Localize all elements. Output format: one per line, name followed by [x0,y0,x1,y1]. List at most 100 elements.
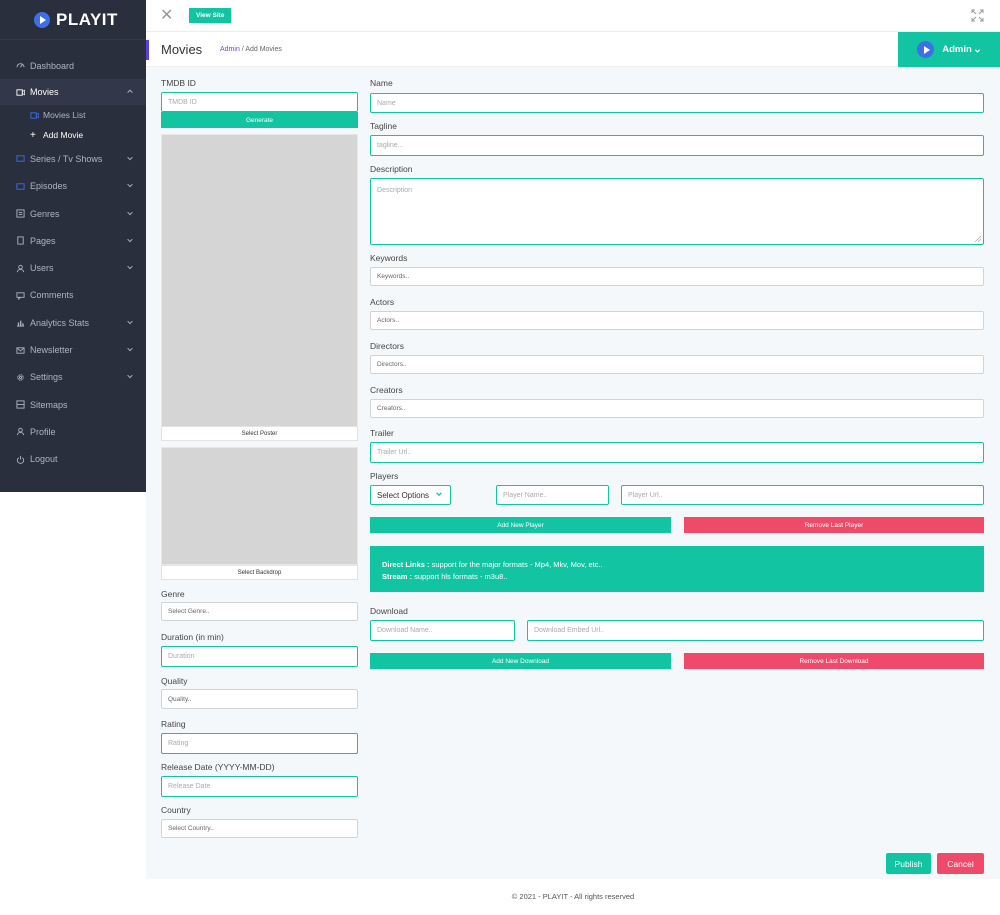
gear-icon [16,373,25,382]
player-type-select[interactable]: Select Options [370,485,451,505]
add-download-button[interactable]: Add New Download [370,653,671,669]
breadcrumb-current: Add Movies [245,46,282,53]
comments-icon [16,291,25,300]
power-icon [16,455,25,464]
view-site-button[interactable]: View Site [189,8,232,23]
download-name-input[interactable]: Download Name.. [370,620,515,641]
chevron-down-icon [126,372,134,382]
sidebar-item-sitemaps[interactable]: Sitemaps [0,391,146,418]
list-icon [30,111,39,120]
sidebar-item-pages[interactable]: Pages [0,227,146,254]
tagline-label: Tagline [370,121,397,131]
download-label: Download [370,606,408,616]
sitemap-icon [16,400,25,409]
duration-label: Duration (in min) [161,632,224,642]
add-player-button[interactable]: Add New Player [370,517,671,533]
resize-grip-icon[interactable] [974,235,982,243]
breadcrumb-admin[interactable]: Admin [220,46,240,53]
genre-select[interactable]: Select Genre.. [161,602,358,621]
actors-input[interactable]: Actors.. [370,311,984,330]
player-url-input[interactable]: Player Url.. [621,485,984,505]
tmdb-label: TMDB ID [161,78,196,88]
creators-label: Creators [370,385,403,395]
description-label: Description [370,164,413,174]
genre-label: Genre [161,589,185,599]
publish-button[interactable]: Publish [886,853,931,874]
sidebar-subitem-movies-list[interactable]: Movies List [0,105,146,125]
sidebar-item-settings[interactable]: Settings [0,364,146,391]
header-accent [146,40,149,60]
topbar: ✕ View Site [146,0,1000,32]
user-name: Admin [942,44,972,55]
user-menu[interactable]: Admin [898,32,1000,67]
logo[interactable]: PLAYIT [0,0,146,40]
breadcrumb: Admin / Add Movies [220,46,282,53]
logo-text: PLAYIT [56,9,118,29]
directors-input[interactable]: Directors.. [370,355,984,374]
sidebar-item-genres[interactable]: Genres [0,200,146,227]
chevron-down-icon [435,490,443,498]
analytics-icon [16,318,25,327]
plus-icon: + [30,129,36,141]
sidebar-item-newsletter[interactable]: Newsletter [0,336,146,363]
rating-input[interactable]: Rating [161,733,358,754]
profile-icon [16,427,25,436]
cancel-button[interactable]: Cancel [937,853,984,874]
chevron-down-icon [126,236,134,246]
sidebar-item-comments[interactable]: Comments [0,282,146,309]
sidebar-item-profile[interactable]: Profile [0,418,146,445]
remove-player-button[interactable]: Remove Last Player [684,517,984,533]
directors-label: Directors [370,341,405,351]
duration-input[interactable]: Duration [161,646,358,667]
select-backdrop-button[interactable]: Select Backdrop [161,565,358,580]
keywords-label: Keywords [370,253,408,263]
keywords-input[interactable]: Keywords.. [370,267,984,286]
sidebar-item-series[interactable]: Series / Tv Shows [0,145,146,172]
chevron-down-icon [126,263,134,273]
sidebar-item-analytics[interactable]: Analytics Stats [0,309,146,336]
close-icon[interactable]: ✕ [160,8,174,24]
sidebar-item-dashboard[interactable]: Dashboard [0,52,146,79]
creators-input[interactable]: Creators.. [370,399,984,418]
tmdb-input[interactable]: TMDB ID [161,92,358,112]
page-title: Movies [161,42,203,57]
chevron-up-icon [126,87,134,97]
generate-button[interactable]: Generate [161,112,358,128]
rating-label: Rating [161,719,186,729]
chevron-down-icon [126,318,134,328]
users-icon [16,264,25,273]
genres-icon [16,209,25,218]
name-input[interactable]: Name [370,93,984,113]
player-name-input[interactable]: Player Name.. [496,485,609,505]
tagline-input[interactable]: tagline... [370,135,984,156]
sidebar-subitem-add-movie[interactable]: + Add Movie [0,125,146,145]
chevron-down-icon [126,181,134,191]
chevron-down-icon [126,345,134,355]
players-label: Players [370,471,399,481]
sidebar-item-episodes[interactable]: Episodes [0,173,146,200]
chevron-down-icon [126,209,134,219]
trailer-label: Trailer [370,428,394,438]
sidebar-item-logout[interactable]: Logout [0,446,146,473]
trailer-input[interactable]: Trailer Url.. [370,442,984,463]
fullscreen-icon[interactable] [971,9,984,22]
video-icon [16,88,25,97]
sidebar-item-users[interactable]: Users [0,254,146,281]
actors-label: Actors [370,297,395,307]
select-poster-button[interactable]: Select Poster [161,426,358,441]
sidebar-item-movies[interactable]: Movies [0,79,146,106]
quality-select[interactable]: Quality.. [161,689,358,709]
release-date-input[interactable]: Release Date [161,776,358,797]
chevron-down-icon [126,154,134,164]
description-textarea[interactable]: Description [370,178,984,245]
episodes-icon [16,182,25,191]
tv-icon [16,154,25,163]
play-logo-icon [34,11,50,28]
download-url-input[interactable]: Download Embed Url.. [527,620,984,641]
avatar [917,41,935,58]
newsletter-icon [16,346,25,355]
main-content: TMDB ID TMDB ID Generate Select Poster S… [146,67,1000,879]
release-date-label: Release Date (YYYY-MM-DD) [161,762,275,772]
country-select[interactable]: Select Country.. [161,819,358,838]
remove-download-button[interactable]: Remove Last Download [684,653,984,669]
